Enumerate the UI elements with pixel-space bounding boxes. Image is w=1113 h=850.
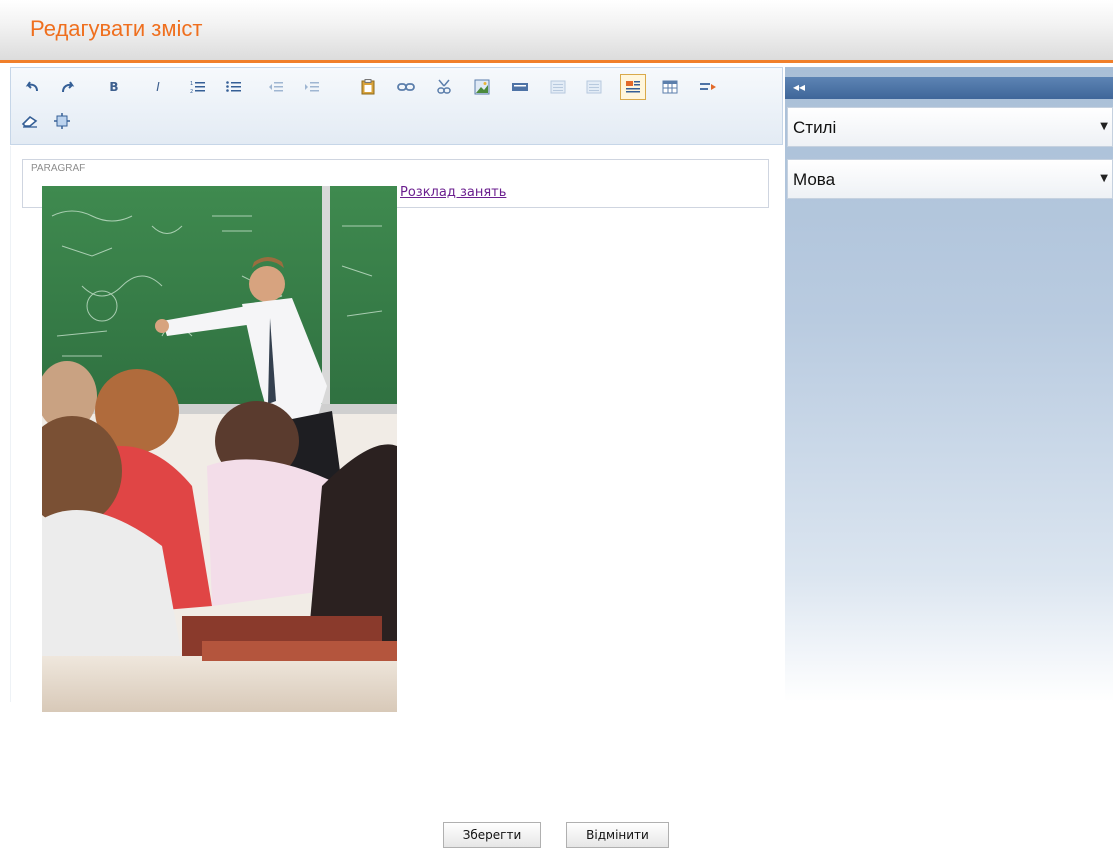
language-dropdown-label: Мова [793,170,836,189]
save-button[interactable]: Зберегти [443,822,541,848]
outdent-icon[interactable] [265,76,287,98]
svg-text:1: 1 [190,81,193,87]
align-right-icon[interactable] [583,76,605,98]
classroom-photo[interactable] [42,186,397,712]
wrap-text-icon[interactable] [697,76,719,98]
redo-icon[interactable] [57,76,79,98]
media-icon[interactable] [509,76,531,98]
image-icon[interactable] [471,76,493,98]
unlink-icon[interactable] [433,76,455,98]
fullscreen-icon[interactable] [51,110,73,132]
page-title: Редагувати зміст [30,16,203,41]
editor-toolbar: B I 12 [10,67,783,145]
chevron-down-icon: ▼ [1100,173,1108,184]
format-block-icon[interactable] [620,74,646,100]
paragraph-label: PARAGRAF [31,163,86,174]
table-icon[interactable] [659,76,681,98]
styles-dropdown[interactable]: Стилі ▼ [787,107,1113,147]
bold-icon[interactable]: B [103,76,125,98]
unordered-list-icon[interactable] [223,76,245,98]
side-panel-bar: ◂◂ [785,77,1113,99]
undo-icon[interactable] [21,76,43,98]
link-icon[interactable] [395,76,417,98]
ordered-list-icon[interactable]: 12 [187,76,209,98]
eraser-icon[interactable] [19,110,41,132]
language-dropdown[interactable]: Мова ▼ [787,159,1113,199]
schedule-link[interactable]: Розклад занять [400,185,506,200]
italic-icon[interactable]: I [147,76,169,98]
collapse-icon[interactable]: ◂◂ [793,80,805,94]
align-left-icon[interactable] [547,76,569,98]
header-bar: Редагувати зміст [0,0,1113,63]
styles-dropdown-label: Стилі [793,118,837,137]
paste-icon[interactable] [357,76,379,98]
chevron-down-icon: ▼ [1100,121,1108,132]
cancel-button[interactable]: Відмінити [566,822,669,848]
side-panel: ◂◂ Стилі ▼ Мова ▼ [785,67,1113,702]
svg-text:2: 2 [190,89,193,94]
indent-icon[interactable] [301,76,323,98]
